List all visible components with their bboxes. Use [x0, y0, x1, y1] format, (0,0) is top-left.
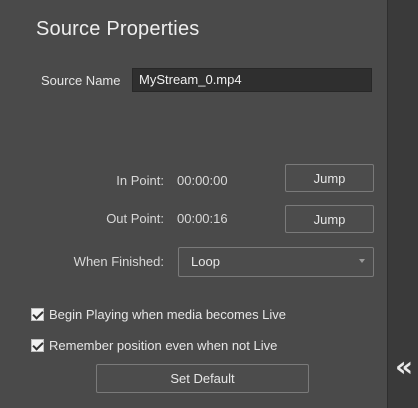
begin-playing-checkbox-row[interactable]: Begin Playing when media becomes Live	[31, 306, 286, 322]
out-point-label: Out Point:	[106, 211, 164, 226]
checkmark-icon	[32, 307, 44, 320]
in-point-value: 00:00:00	[177, 173, 228, 188]
out-point-jump-button[interactable]: Jump	[285, 205, 374, 233]
chevron-down-icon	[359, 259, 365, 263]
source-properties-panel: Source Properties Source Name MyStream_0…	[0, 0, 388, 408]
source-name-field[interactable]: MyStream_0.mp4	[132, 68, 372, 92]
when-finished-select[interactable]: Loop	[178, 247, 374, 277]
begin-playing-checkbox[interactable]	[31, 307, 44, 321]
remember-position-checkbox[interactable]	[31, 338, 44, 352]
when-finished-value: Loop	[191, 254, 220, 269]
remember-position-label: Remember position even when not Live	[49, 337, 278, 353]
checkmark-icon	[32, 338, 44, 351]
remember-position-checkbox-row[interactable]: Remember position even when not Live	[31, 337, 277, 353]
out-point-value: 00:00:16	[177, 211, 228, 226]
when-finished-label: When Finished:	[73, 254, 164, 269]
double-chevron-left-icon[interactable]: «	[392, 352, 416, 382]
source-name-label: Source Name	[41, 73, 121, 88]
in-point-label: In Point:	[116, 173, 164, 188]
side-strip	[388, 0, 418, 408]
begin-playing-label: Begin Playing when media becomes Live	[49, 306, 287, 322]
panel-title: Source Properties	[36, 18, 200, 40]
set-default-button[interactable]: Set Default	[96, 364, 309, 393]
in-point-jump-button[interactable]: Jump	[285, 164, 374, 192]
